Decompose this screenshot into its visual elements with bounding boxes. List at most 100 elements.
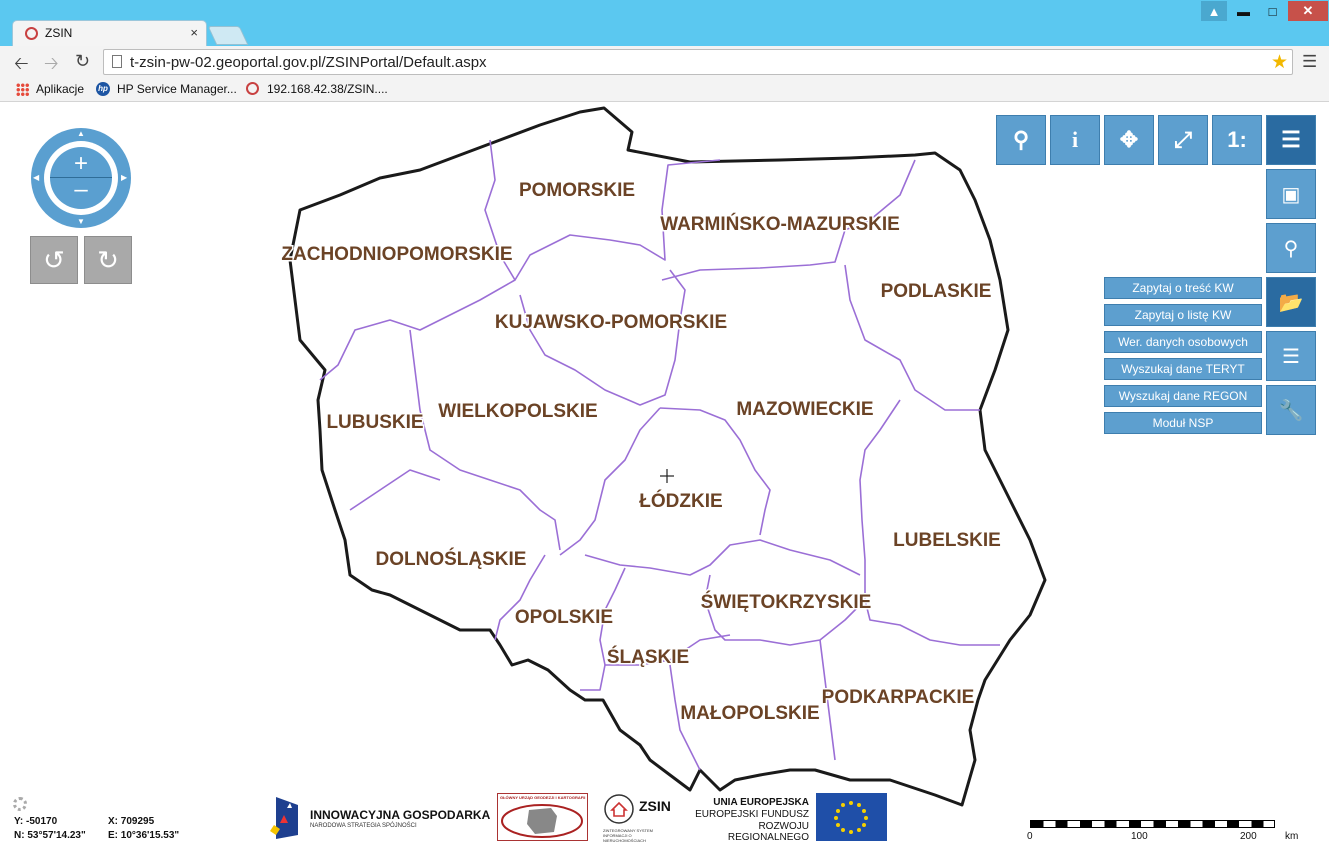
hp-icon: hp <box>96 82 110 96</box>
tab-title: ZSIN <box>45 26 73 40</box>
new-tab-button[interactable] <box>207 26 249 45</box>
region-label: WARMIŃSKO-MAZURSKIE <box>660 213 900 235</box>
database-button[interactable]: ☰ <box>1266 331 1316 381</box>
coord-e: E: 10°36'15.53" <box>108 830 180 841</box>
eu-flag-icon <box>816 793 887 841</box>
search-teryt-button[interactable]: Wyszukaj dane TERYT <box>1104 358 1262 380</box>
layers-image-button[interactable]: ▣ <box>1266 169 1316 219</box>
zoom-out-button[interactable]: – <box>50 178 112 209</box>
scale-unit: km <box>1285 831 1299 842</box>
ig-title: INNOWACYJNA GOSPODARKA <box>310 808 491 822</box>
region-label: ZACHODNIOPOMORSKIE <box>281 244 512 265</box>
eu-line1: UNIA EUROPEJSKA <box>713 797 809 808</box>
coord-x: X: 709295 <box>108 816 155 827</box>
image-icon: ▣ <box>1281 183 1301 206</box>
reload-icon[interactable]: ↻ <box>75 51 90 72</box>
search-icon: ⚲ <box>1012 127 1030 152</box>
region-label: LUBUSKIE <box>326 412 423 433</box>
crosshair-cursor-icon <box>660 469 674 483</box>
star-icon[interactable]: ★ <box>1271 51 1288 74</box>
page-icon <box>112 55 122 68</box>
back-icon[interactable]: 🡠 <box>14 51 29 81</box>
undo-view-button[interactable]: ↺ <box>30 236 78 284</box>
pan-up-icon[interactable]: ▲ <box>77 129 85 138</box>
minimize-button[interactable]: ▬ <box>1230 1 1257 21</box>
full-extent-button[interactable]: ✥ <box>1104 115 1154 165</box>
zsin-logo: ZSIN ZINTEGROWANY SYSTEM INFORMACJI O NI… <box>603 793 675 843</box>
wrench-icon: 🔧 <box>1278 399 1304 422</box>
pan-left-icon[interactable]: ◀ <box>33 173 39 182</box>
info-icon: i <box>1071 127 1079 152</box>
pan-down-icon[interactable]: ▼ <box>77 217 85 226</box>
region-label: ŚWIĘTOKRZYSKIE <box>701 591 872 613</box>
bookmark-zsin[interactable]: 192.168.42.38/ZSIN.... <box>267 82 388 96</box>
url-text[interactable]: t-zsin-pw-02.geoportal.gov.pl/ZSINPortal… <box>130 54 487 71</box>
region-label: WIELKOPOLSKIE <box>438 401 597 422</box>
bookmarks-bar: Aplikacje hp HP Service Manager... 192.1… <box>0 78 1329 102</box>
menu-icon[interactable]: ☰ <box>1302 52 1317 72</box>
query-kw-list-button[interactable]: Zapytaj o listę KW <box>1104 304 1262 326</box>
fullscreen-button[interactable]: ⤢ <box>1158 115 1208 165</box>
resize-icon: ⤢ <box>1174 127 1192 152</box>
scale-tick-0: 0 <box>1027 831 1033 842</box>
browser-tab[interactable]: ZSIN × <box>12 20 207 46</box>
info-tool-button[interactable]: i <box>1050 115 1100 165</box>
coord-y: Y: -50170 <box>14 816 58 827</box>
bookmark-apps[interactable]: Aplikacje <box>36 82 84 96</box>
region-label: PODKARPACKIE <box>822 687 975 708</box>
user-icon[interactable]: ▲ <box>1201 1 1227 21</box>
apps-icon <box>16 83 29 96</box>
eu-text-logo: UNIA EUROPEJSKA EUROPEJSKI FUNDUSZ ROZWO… <box>684 797 809 843</box>
innowacyjna-gospodarka-logo: INNOWACYJNA GOSPODARKA NARODOWA STRATEGI… <box>270 795 490 840</box>
hamburger-icon: ☰ <box>1281 127 1301 152</box>
ig-star-icon <box>270 797 298 839</box>
region-label: DOLNOŚLĄSKIE <box>376 548 527 570</box>
gugik-title: GŁÓWNY URZĄD GEODEZJI I KARTOGRAFII <box>500 795 586 800</box>
browser-titlebar: ZSIN × ▲ ▬ □ ✕ <box>0 0 1329 46</box>
region-label: PODLASKIE <box>881 281 992 302</box>
tab-close-icon[interactable]: × <box>190 25 198 40</box>
scale-label: 1: <box>1227 127 1247 152</box>
eu-line3: ROZWOJU REGIONALNEGO <box>727 821 809 843</box>
search-tool-button[interactable]: ⚲ <box>996 115 1046 165</box>
pan-right-icon[interactable]: ▶ <box>121 173 127 182</box>
verify-personal-data-button[interactable]: Wer. danych osobowych <box>1104 331 1262 353</box>
region-label: KUJAWSKO-POMORSKIE <box>495 312 727 333</box>
loading-spinner-icon <box>13 797 27 811</box>
region-label: MAZOWIECKIE <box>736 399 873 420</box>
search-icon: ⚲ <box>1283 237 1299 260</box>
region-label: MAŁOPOLSKIE <box>680 703 819 724</box>
scale-bar <box>1030 820 1275 828</box>
settings-wrench-button[interactable]: 🔧 <box>1266 385 1316 435</box>
zsin-house-icon <box>604 794 634 824</box>
maximize-button[interactable]: □ <box>1259 1 1286 21</box>
redo-view-button[interactable]: ↻ <box>84 236 132 284</box>
poland-map: POMORSKIE WARMIŃSKO-MAZURSKIE ZACHODNIOP… <box>280 106 1047 807</box>
region-label: ŁÓDZKIE <box>639 490 722 512</box>
menu-button[interactable]: ☰ <box>1266 115 1316 165</box>
pan-zoom-control[interactable]: ▲ ▼ ◀ ▶ + – <box>31 128 131 228</box>
scale-tick-200: 200 <box>1240 831 1257 842</box>
query-kw-content-button[interactable]: Zapytaj o treść KW <box>1104 277 1262 299</box>
eu-line2: EUROPEJSKI FUNDUSZ <box>695 809 809 820</box>
map-canvas[interactable]: POMORSKIE WARMIŃSKO-MAZURSKIE ZACHODNIOP… <box>0 104 1329 856</box>
zoom-in-button[interactable]: + <box>50 147 112 178</box>
region-label: ŚLĄSKIE <box>607 646 689 668</box>
scale-button[interactable]: 1: <box>1212 115 1262 165</box>
address-bar[interactable]: t-zsin-pw-02.geoportal.gov.pl/ZSINPortal… <box>103 49 1293 75</box>
nsp-module-button[interactable]: Moduł NSP <box>1104 412 1262 434</box>
bookmark-hp[interactable]: HP Service Manager... <box>117 82 237 96</box>
open-folder-button[interactable]: 📂 <box>1266 277 1316 327</box>
close-window-button[interactable]: ✕ <box>1288 1 1328 21</box>
search-regon-button[interactable]: Wyszukaj dane REGON <box>1104 385 1262 407</box>
search-side-button[interactable]: ⚲ <box>1266 223 1316 273</box>
zsin-text: ZSIN <box>639 798 671 814</box>
folder-open-icon: 📂 <box>1278 291 1304 314</box>
zsin-subtitle: ZINTEGROWANY SYSTEM INFORMACJI O NIERUCH… <box>603 828 654 843</box>
server-icon: ☰ <box>1282 345 1300 368</box>
region-label: LUBELSKIE <box>893 530 1001 551</box>
forward-icon[interactable]: 🡢 <box>44 51 59 81</box>
region-label: POMORSKIE <box>519 180 635 201</box>
zsin-bookmark-icon <box>246 82 259 95</box>
region-label: OPOLSKIE <box>515 607 613 628</box>
